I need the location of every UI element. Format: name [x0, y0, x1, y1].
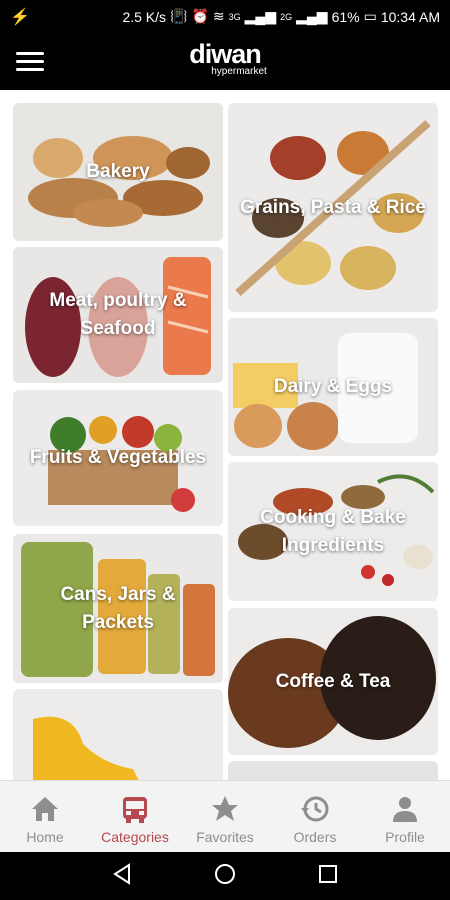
category-label: Grains, Pasta & Rice — [240, 196, 426, 218]
category-tile-grains[interactable]: Grains, Pasta & Rice — [228, 103, 438, 312]
system-navigation-bar — [0, 852, 450, 900]
nav-categories-label: Categories — [101, 829, 169, 845]
nav-favorites-label: Favorites — [196, 829, 254, 845]
status-bar: ⚡ 2.5 K/s 📳 ⏰ ≋ 3G ▂▄▆ 2G ▂▄▆ 61% ▭ 10:3… — [0, 0, 450, 33]
nav-profile[interactable]: Profile — [360, 781, 450, 852]
category-tile-cans[interactable]: Cans, Jars & Packets — [13, 534, 223, 683]
bottom-navigation: Home Categories Favorites Orders Profile — [0, 780, 450, 852]
category-image — [228, 761, 438, 780]
wifi-icon: ≋ — [212, 8, 225, 24]
category-label: Dairy & Eggs — [273, 376, 393, 397]
nav-orders-label: Orders — [293, 829, 337, 845]
category-tile-coffee[interactable]: Coffee & Tea — [228, 608, 438, 755]
usb-icon: ⚡ — [10, 8, 30, 26]
star-icon — [210, 793, 240, 825]
recents-icon[interactable] — [317, 863, 339, 890]
brand-subtitle: hypermarket — [211, 66, 267, 77]
signal-3g: 3G — [228, 11, 241, 22]
history-icon — [300, 793, 330, 825]
signal-2g: 2G — [280, 11, 293, 22]
juice-image — [13, 689, 223, 780]
nav-profile-label: Profile — [385, 829, 425, 845]
signal-icon-2: ▂▄▆ — [296, 8, 328, 24]
category-tile-partial-right[interactable] — [228, 761, 438, 780]
home-circle-icon[interactable] — [214, 863, 236, 890]
category-tile-cooking[interactable]: Cooking & Bake Ingredients — [228, 462, 438, 601]
brand-logo: diwan hypermarket — [175, 39, 275, 83]
alarm-icon: ⏰ — [191, 8, 209, 24]
nav-favorites[interactable]: Favorites — [180, 781, 270, 852]
battery-percent: 61% — [331, 8, 360, 25]
nav-home[interactable]: Home — [0, 781, 90, 852]
category-tile-dairy[interactable]: Dairy & Eggs — [228, 318, 438, 456]
home-icon — [30, 793, 60, 825]
categories-grid: Bakery Grains, Pasta & Rice Meat, poultr… — [0, 90, 450, 780]
category-label: Bakery — [86, 161, 150, 182]
clock: 10:34 AM — [380, 8, 440, 25]
vibrate-icon: 📳 — [170, 8, 188, 24]
category-tile-fruits[interactable]: Fruits & Vegetables — [13, 390, 223, 526]
signal-icon: ▂▄▆ — [244, 8, 277, 24]
hamburger-menu-icon[interactable] — [16, 49, 44, 73]
nav-home-label: Home — [26, 829, 64, 845]
network-speed: 2.5 K/s — [122, 8, 167, 25]
category-label: Cans, Jars & Packets — [60, 583, 176, 633]
person-icon — [390, 793, 420, 825]
battery-icon: ▭ — [363, 8, 377, 24]
category-tile-partial[interactable] — [13, 689, 223, 780]
category-label: Fruits & Vegetables — [29, 447, 207, 468]
brand-name: diwan — [189, 39, 262, 69]
category-label: Cooking & Bake Ingredients — [260, 506, 406, 556]
category-tile-meat[interactable]: Meat, poultry & Seafood — [13, 247, 223, 383]
category-label: Meat, poultry & Seafood — [49, 290, 187, 339]
app-bar: diwan hypermarket — [0, 33, 450, 90]
nav-categories[interactable]: Categories — [90, 781, 180, 852]
back-icon[interactable] — [111, 862, 133, 890]
category-label: Coffee & Tea — [275, 670, 391, 692]
nav-orders[interactable]: Orders — [270, 781, 360, 852]
bus-icon — [120, 793, 150, 825]
category-tile-bakery[interactable]: Bakery — [13, 103, 223, 241]
